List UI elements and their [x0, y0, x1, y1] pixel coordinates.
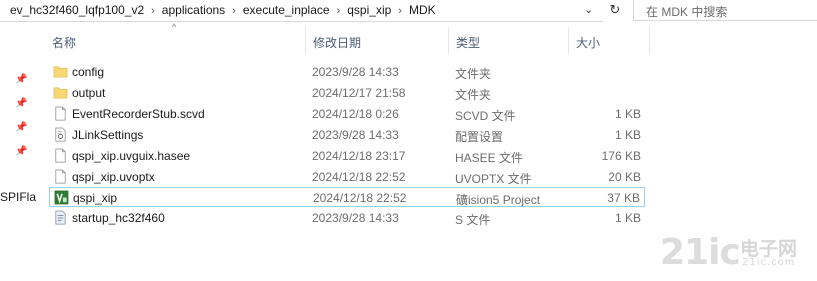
search-input[interactable]: 在 MDK 中搜索 — [633, 0, 817, 21]
address-bar: ev_hc32f460_lqfp100_v2 › applications › exec… — [0, 0, 817, 22]
file-icon — [55, 169, 66, 184]
search-placeholder: 在 MDK 中搜索 — [646, 5, 728, 19]
file-name: startup_hc32f460 — [72, 211, 165, 225]
column-divider[interactable] — [568, 27, 569, 54]
breadcrumb-item[interactable]: ev_hc32f460_lqfp100_v2 — [10, 3, 144, 17]
asm-file-icon — [55, 210, 66, 225]
file-type: 配置设置 — [455, 130, 504, 144]
column-header-type[interactable]: 类型 — [456, 34, 480, 51]
column-header-date[interactable]: 修改日期 — [313, 34, 361, 51]
file-row[interactable]: EventRecorderStub.scvd 2024/12/18 0:26 S… — [49, 104, 645, 124]
column-divider[interactable] — [649, 27, 650, 54]
file-name: output — [72, 86, 106, 100]
chevron-right-icon[interactable]: › — [391, 5, 409, 17]
file-type: SCVD 文件 — [455, 109, 516, 123]
pin-icon[interactable]: 📌 — [15, 146, 27, 157]
breadcrumb-item[interactable]: execute_inplace — [243, 3, 330, 17]
file-row[interactable]: qspi_xip.uvguix.hasee 2024/12/18 23:17 H… — [49, 146, 645, 166]
file-type: 礦ision5 Project — [456, 193, 541, 207]
file-date: 2023/9/28 14:33 — [312, 211, 399, 225]
file-type: UVOPTX 文件 — [455, 172, 532, 186]
file-date: 2024/12/18 23:17 — [312, 149, 406, 163]
pin-icon[interactable]: 📌 — [15, 74, 27, 85]
explorer-window: ev_hc32f460_lqfp100_v2 › applications › exec… — [0, 0, 817, 281]
file-name: JLinkSettings — [72, 128, 144, 142]
file-size: 20 KB — [608, 170, 641, 184]
keil-project-icon — [54, 190, 69, 205]
watermark-logo: 21ic 电子网 21ic.com — [660, 232, 815, 277]
breadcrumb-item[interactable]: applications — [162, 3, 225, 17]
nav-item-partial[interactable]: SPIFla — [0, 190, 36, 204]
file-type: HASEE 文件 — [455, 151, 524, 165]
file-name: qspi_xip.uvguix.hasee — [72, 149, 191, 163]
column-divider[interactable] — [305, 27, 306, 54]
file-type: 文件夹 — [455, 88, 492, 102]
file-size: 1 KB — [614, 107, 641, 121]
settings-file-icon — [55, 127, 66, 142]
file-name: EventRecorderStub.scvd — [72, 107, 205, 121]
file-size: 176 KB — [601, 149, 641, 163]
file-size: 1 KB — [614, 211, 641, 225]
folder-icon — [53, 87, 68, 99]
file-date: 2024/12/17 21:58 — [312, 86, 406, 100]
file-row-selected[interactable]: qspi_xip 2024/12/18 22:52 礦ision5 Projec… — [49, 187, 645, 207]
file-row[interactable]: qspi_xip.uvoptx 2024/12/18 22:52 UVOPTX … — [49, 167, 645, 187]
file-type: S 文件 — [455, 213, 491, 227]
file-date: 2023/9/28 14:33 — [312, 128, 399, 142]
file-row[interactable]: output 2024/12/17 21:58 文件夹 — [49, 83, 645, 103]
file-date: 2024/12/18 22:52 — [313, 191, 407, 205]
file-size: 1 KB — [614, 128, 641, 142]
file-icon — [55, 148, 66, 163]
file-name: config — [72, 65, 105, 79]
folder-icon — [53, 66, 68, 78]
file-type: 文件夹 — [455, 67, 492, 81]
path-box[interactable]: ev_hc32f460_lqfp100_v2 › applications › exec… — [0, 0, 603, 22]
chevron-right-icon[interactable]: › — [225, 5, 243, 17]
file-name: qspi_xip — [73, 191, 118, 205]
breadcrumb: ev_hc32f460_lqfp100_v2 › applications › exec… — [10, 3, 436, 18]
chevron-down-icon[interactable]: ⌄ — [584, 3, 593, 16]
file-name: qspi_xip.uvoptx — [72, 170, 155, 184]
file-date: 2024/12/18 22:52 — [312, 170, 406, 184]
breadcrumb-item[interactable]: qspi_xip — [347, 3, 391, 17]
file-row[interactable]: startup_hc32f460 2023/9/28 14:33 S 文件 1 … — [49, 208, 645, 228]
file-date: 2024/12/18 0:26 — [312, 107, 399, 121]
column-divider[interactable] — [448, 27, 449, 54]
file-row[interactable]: config 2023/9/28 14:33 文件夹 — [49, 62, 645, 82]
column-header-name[interactable]: 名称 — [52, 34, 76, 51]
sort-up-icon: ^ — [172, 22, 177, 32]
file-size: 37 KB — [607, 191, 640, 205]
watermark-en: 21ic.com — [742, 257, 796, 268]
chevron-right-icon[interactable]: › — [144, 5, 162, 17]
file-row[interactable]: JLinkSettings 2023/9/28 14:33 配置设置 1 KB — [49, 125, 645, 145]
column-header-size[interactable]: 大小 — [576, 34, 600, 51]
chevron-right-icon[interactable]: › — [330, 5, 348, 17]
file-icon — [55, 106, 66, 121]
pin-icon[interactable]: 📌 — [15, 98, 27, 109]
breadcrumb-item[interactable]: MDK — [409, 3, 436, 17]
file-date: 2023/9/28 14:33 — [312, 65, 399, 79]
pin-icon[interactable]: 📌 — [15, 122, 27, 133]
refresh-icon[interactable]: ↻ — [606, 2, 624, 19]
watermark-number: 21ic — [660, 232, 741, 273]
